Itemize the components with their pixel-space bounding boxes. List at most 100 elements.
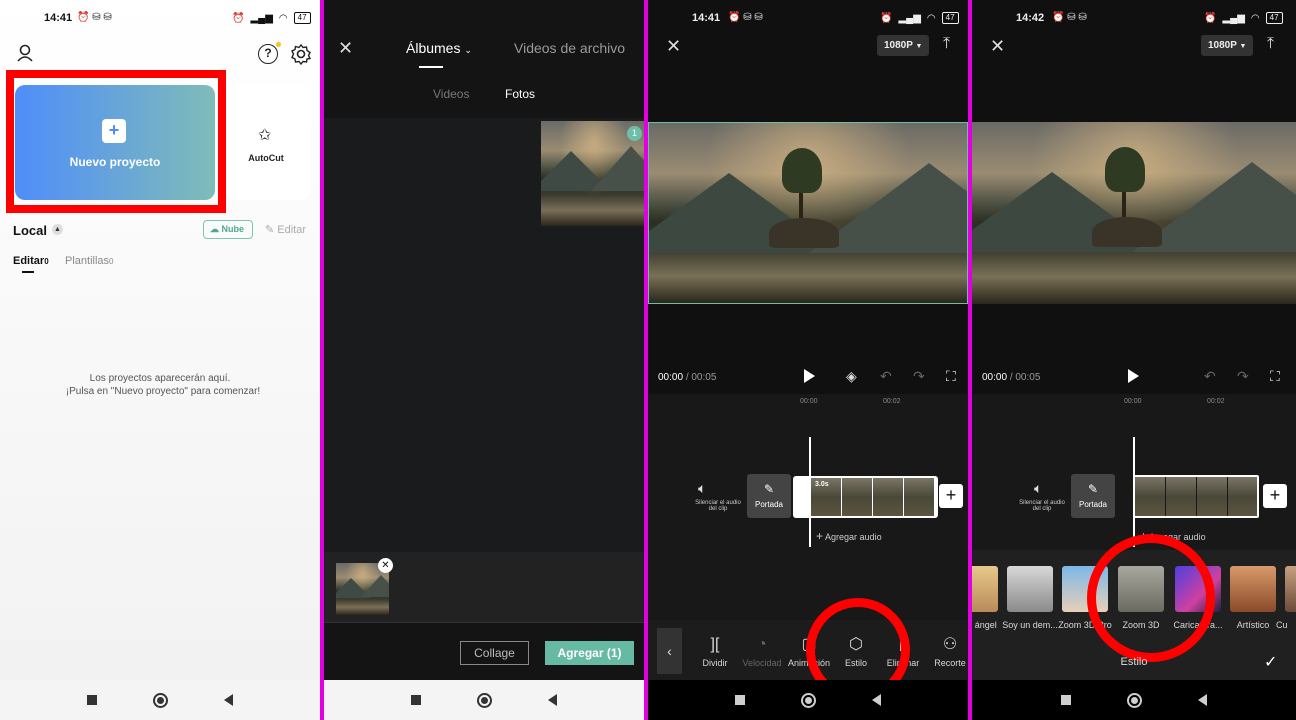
- speaker-icon[interactable]: 🔈︎: [698, 480, 706, 497]
- status-time: 14:42: [1016, 12, 1045, 24]
- photo-thumbnail[interactable]: 1: [541, 121, 644, 226]
- recents-button[interactable]: [735, 695, 745, 705]
- tool-speed[interactable]: ◔ Velocidad: [738, 636, 786, 668]
- cloud-icon: ☁: [210, 224, 219, 234]
- remove-icon[interactable]: ✕: [378, 558, 393, 573]
- cloud-button[interactable]: ☁ Nube: [203, 220, 253, 239]
- redo-icon[interactable]: ↷: [1237, 368, 1249, 385]
- selection-badge: 1: [627, 126, 642, 141]
- resolution-dropdown[interactable]: 1080P ▼: [1201, 35, 1253, 56]
- edit-button[interactable]: ✎ Editar: [265, 223, 306, 236]
- close-icon[interactable]: ✕: [666, 36, 681, 57]
- autocut-icon: ✩: [258, 127, 272, 144]
- tab-albums[interactable]: Álbumes ⌄: [406, 40, 472, 56]
- style-panel-title: Estilo: [1120, 656, 1148, 668]
- keyframe-icon[interactable]: ◈: [846, 368, 857, 385]
- tool-split[interactable]: ][Dividir: [691, 636, 739, 668]
- alarm-icon: ⏰: [880, 12, 893, 24]
- style-thumb-artistic[interactable]: [1230, 566, 1276, 612]
- video-preview[interactable]: [648, 122, 968, 304]
- cover-button[interactable]: ✎ Portada: [747, 474, 791, 518]
- add-clip-button[interactable]: +: [939, 484, 963, 508]
- clip-thumbnails[interactable]: [1133, 475, 1259, 518]
- status-icons-right: ⏰ ▂▄▆ ◠ 47: [880, 12, 959, 24]
- subtab-photos[interactable]: Fotos: [505, 87, 535, 101]
- back-button[interactable]: [548, 694, 557, 706]
- profile-icon[interactable]: [16, 44, 34, 62]
- resolution-dropdown[interactable]: 1080P ▼: [877, 35, 929, 56]
- tool-cutout[interactable]: ⚇ Recorte: [926, 634, 968, 668]
- alarm-icon: ⏰: [1204, 12, 1217, 24]
- home-button[interactable]: [801, 692, 816, 708]
- battery-icon: 47: [293, 12, 311, 24]
- undo-icon[interactable]: ↶: [880, 368, 892, 385]
- playhead[interactable]: [809, 437, 811, 547]
- home-button[interactable]: [153, 692, 168, 708]
- style-thumb-more[interactable]: [1285, 566, 1296, 612]
- wifi-icon: ◠: [926, 12, 936, 24]
- recents-button[interactable]: [411, 695, 421, 705]
- redo-icon[interactable]: ↷: [913, 368, 925, 385]
- local-label[interactable]: Local: [13, 223, 47, 238]
- speaker-icon[interactable]: 🔈︎: [1034, 480, 1042, 497]
- add-clip-button[interactable]: +: [1263, 484, 1287, 508]
- recents-button[interactable]: [1061, 695, 1071, 705]
- status-icons-right: ⏰ ▂▄▆ ◠ 47: [1204, 12, 1283, 24]
- tab-stock-videos[interactable]: Videos de archivo: [514, 40, 625, 56]
- timecode: 00:00 / 00:05: [982, 372, 1041, 383]
- battery-icon: 47: [1265, 12, 1283, 24]
- cover-label: Portada: [1078, 500, 1108, 509]
- close-icon[interactable]: ✕: [338, 38, 353, 59]
- undo-icon[interactable]: ↶: [1204, 368, 1216, 385]
- notification-dot: [276, 42, 281, 47]
- home-button[interactable]: [1127, 692, 1142, 708]
- style-thumb-angel[interactable]: [972, 566, 998, 612]
- subtab-videos[interactable]: Videos: [433, 87, 469, 101]
- settings-gear-icon[interactable]: [290, 43, 312, 66]
- highlight-box: [6, 70, 226, 213]
- system-nav-bar: [0, 680, 320, 720]
- close-icon[interactable]: ✕: [990, 36, 1005, 57]
- play-icon[interactable]: [804, 369, 815, 383]
- help-icon[interactable]: ?: [258, 44, 278, 64]
- caret-up-icon[interactable]: ▲: [52, 224, 63, 235]
- home-button[interactable]: [477, 692, 492, 708]
- plus-icon: +: [816, 529, 824, 543]
- style-thumb-demon[interactable]: [1007, 566, 1053, 612]
- fullscreen-icon[interactable]: ⛶: [946, 368, 956, 385]
- autocut-card[interactable]: ✩ AutoCut: [226, 85, 311, 200]
- confirm-check-icon[interactable]: ✓: [1264, 652, 1277, 672]
- tab-underline: [22, 271, 34, 273]
- play-icon[interactable]: [1128, 369, 1139, 383]
- split-icon: ][: [710, 636, 720, 653]
- cover-label: Portada: [754, 500, 784, 509]
- video-preview[interactable]: [972, 122, 1296, 304]
- style-editor-screen: 14:42 ⏰ ⛁ ⛁ ⏰ ▂▄▆ ◠ 47 ✕ 1080P ▼ ⤒ 00:00 / …: [972, 0, 1296, 720]
- fullscreen-icon[interactable]: ⛶: [1270, 368, 1280, 385]
- wifi-icon: ◠: [1250, 12, 1260, 24]
- collage-button[interactable]: Collage: [460, 641, 529, 665]
- tick-label-2: 00:02: [883, 398, 901, 405]
- add-audio-button[interactable]: + Agregar audio: [816, 529, 882, 543]
- back-button[interactable]: [872, 694, 881, 706]
- status-icons-left: ⏰ ⛁ ⛁: [77, 12, 112, 23]
- cover-button[interactable]: ✎ Portada: [1071, 474, 1115, 518]
- add-button[interactable]: Agregar (1): [545, 641, 634, 665]
- back-button[interactable]: [1198, 694, 1207, 706]
- tick-label-0: 00:00: [1124, 398, 1142, 405]
- mute-clip-label: Silenciar el audio del clip: [1019, 500, 1065, 512]
- export-icon[interactable]: ⤒: [1267, 35, 1274, 53]
- playhead[interactable]: [1133, 437, 1135, 547]
- timecode: 00:00 / 00:05: [658, 372, 717, 383]
- signal-icon: ▂▄▆: [898, 12, 921, 24]
- system-nav-bar: [648, 680, 968, 720]
- back-chevron-icon[interactable]: ‹: [657, 628, 682, 674]
- battery-icon: 47: [941, 12, 959, 24]
- caret-down-icon: ▼: [915, 43, 923, 50]
- tab-edit[interactable]: Editar0: [13, 255, 49, 267]
- tab-templates[interactable]: Plantillas0: [65, 255, 113, 267]
- recents-button[interactable]: [87, 695, 97, 705]
- export-icon[interactable]: ⤒: [943, 35, 950, 53]
- back-button[interactable]: [224, 694, 233, 706]
- status-icons-right: ⏰ ▂▄▆ ◠ 47: [232, 12, 311, 24]
